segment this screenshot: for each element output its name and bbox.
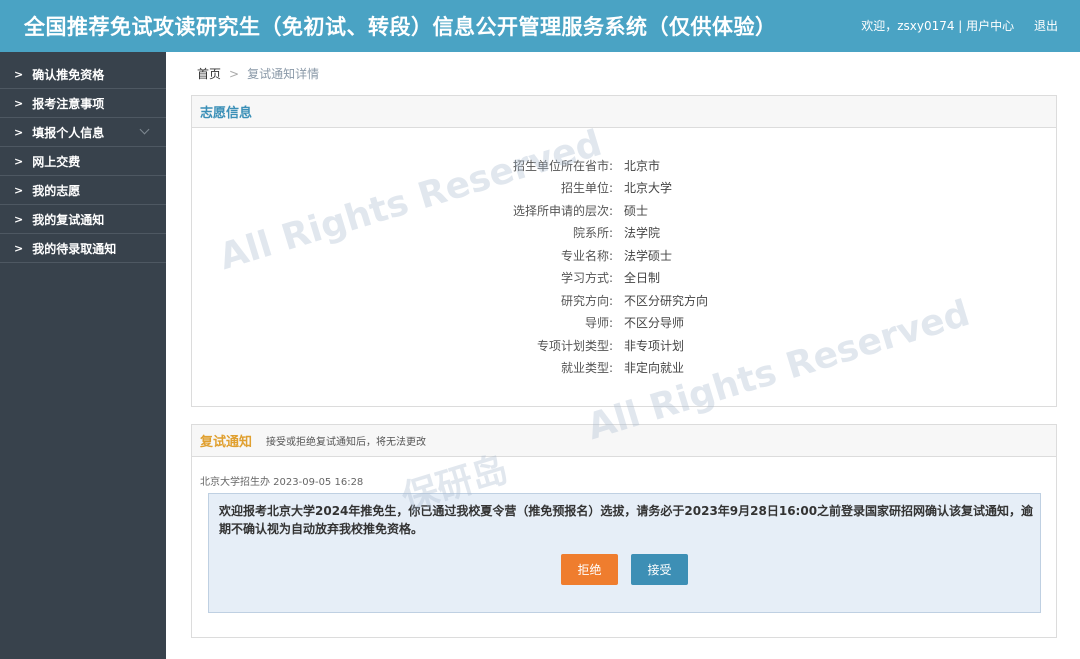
info-label: 专项计划类型: <box>536 338 613 353</box>
breadcrumb-current: 复试通知详情 <box>247 67 320 81</box>
notice-box: 欢迎报考北京大学2024年推免生，你已通过我校夏令营（推免预报名）选拔，请务必于… <box>208 493 1041 613</box>
arrow-icon: > <box>14 154 24 168</box>
sidebar-item-label: 我的复试通知 <box>32 212 105 227</box>
info-row: 学习方式: 全日制 <box>192 267 1056 290</box>
info-label: 就业类型: <box>560 361 613 376</box>
interview-panel-header: 复试通知 接受或拒绝复试通知后，将无法更改 <box>192 425 1056 457</box>
arrow-icon: > <box>14 183 24 197</box>
sidebar-item-label: 我的志愿 <box>32 183 81 198</box>
interview-panel: 复试通知 接受或拒绝复试通知后，将无法更改 北京大学招生办 2023-09-05… <box>191 424 1057 638</box>
sidebar-item-label: 确认推免资格 <box>32 67 105 82</box>
notice-source: 北京大学招生办 2023-09-05 16:28 <box>200 477 364 488</box>
sidebar-item-interview-notice[interactable]: > 我的复试通知 <box>0 205 166 234</box>
info-row: 就业类型: 非定向就业 <box>192 357 1056 380</box>
info-value: 硕士 <box>624 203 649 218</box>
volunteer-panel-header: 志愿信息 <box>192 96 1056 128</box>
info-row: 研究方向: 不区分研究方向 <box>192 289 1056 312</box>
info-row: 招生单位: 北京大学 <box>192 177 1056 200</box>
info-row: 专业名称: 法学硕士 <box>192 244 1056 267</box>
info-value: 非定向就业 <box>624 361 685 376</box>
user-center-link[interactable]: 欢迎，zsxy0174 | 用户中心 <box>861 19 1014 33</box>
info-value: 不区分研究方向 <box>624 293 709 308</box>
breadcrumb-separator: > <box>229 67 240 81</box>
info-label: 学习方式: <box>560 271 613 286</box>
reject-button[interactable]: 拒绝 <box>561 554 618 585</box>
logout-link[interactable]: 退出 <box>1034 19 1058 33</box>
sidebar-item-label: 填报个人信息 <box>32 125 105 140</box>
sidebar: > 确认推免资格 > 报考注意事项 > 填报个人信息 > 网上交费 > 我的志愿… <box>0 52 166 659</box>
info-label: 选择所申请的层次: <box>512 203 613 218</box>
info-value: 北京市 <box>624 158 661 173</box>
info-row: 招生单位所在省市: 北京市 <box>192 154 1056 177</box>
sidebar-item-personal-info[interactable]: > 填报个人信息 <box>0 118 166 147</box>
app-title: 全国推荐免试攻读研究生（免初试、转段）信息公开管理服务系统（仅供体验） <box>24 15 777 39</box>
volunteer-panel-title: 志愿信息 <box>200 106 253 121</box>
info-value: 非专项计划 <box>624 338 685 353</box>
breadcrumb-home[interactable]: 首页 <box>197 67 221 81</box>
info-label: 招生单位: <box>560 181 613 196</box>
volunteer-info-list: 招生单位所在省市: 北京市 招生单位: 北京大学 选择所申请的层次: 硕士 院系所: 法… <box>192 154 1056 379</box>
sidebar-item-admission-notice[interactable]: > 我的待录取通知 <box>0 234 166 263</box>
info-value: 北京大学 <box>624 181 673 196</box>
sidebar-item-my-volunteer[interactable]: > 我的志愿 <box>0 176 166 205</box>
breadcrumb: 首页 > 复试通知详情 <box>197 65 319 82</box>
info-row: 选择所申请的层次: 硕士 <box>192 199 1056 222</box>
info-label: 导师: <box>584 316 613 331</box>
sidebar-item-payment[interactable]: > 网上交费 <box>0 147 166 176</box>
arrow-icon: > <box>14 96 24 110</box>
top-header: 全国推荐免试攻读研究生（免初试、转段）信息公开管理服务系统（仅供体验） 欢迎，z… <box>0 0 1080 52</box>
info-label: 研究方向: <box>560 293 613 308</box>
sidebar-item-label: 我的待录取通知 <box>32 241 117 256</box>
volunteer-panel: 志愿信息 招生单位所在省市: 北京市 招生单位: 北京大学 选择所申请的层次: 硕士 … <box>191 95 1057 407</box>
arrow-icon: > <box>14 67 24 81</box>
info-label: 院系所: <box>572 226 613 241</box>
info-row: 院系所: 法学院 <box>192 222 1056 245</box>
arrow-icon: > <box>14 125 24 139</box>
info-row: 专项计划类型: 非专项计划 <box>192 334 1056 357</box>
info-row: 导师: 不区分导师 <box>192 312 1056 335</box>
interview-panel-note: 接受或拒绝复试通知后，将无法更改 <box>266 437 427 448</box>
sidebar-item-confirm-qualification[interactable]: > 确认推免资格 <box>0 60 166 89</box>
info-label: 招生单位所在省市: <box>512 158 613 173</box>
sidebar-item-label: 报考注意事项 <box>32 96 105 111</box>
sidebar-item-notes[interactable]: > 报考注意事项 <box>0 89 166 118</box>
info-label: 专业名称: <box>560 248 613 263</box>
info-value: 不区分导师 <box>624 316 685 331</box>
interview-panel-title: 复试通知 <box>200 435 253 450</box>
accept-button[interactable]: 接受 <box>631 554 688 585</box>
info-value: 法学硕士 <box>624 248 673 263</box>
arrow-icon: > <box>14 241 24 255</box>
arrow-icon: > <box>14 212 24 226</box>
sidebar-item-label: 网上交费 <box>32 154 81 169</box>
info-value: 全日制 <box>624 271 661 286</box>
user-area: 欢迎，zsxy0174 | 用户中心 退出 <box>861 17 1058 34</box>
notice-message: 欢迎报考北京大学2024年推免生，你已通过我校夏令营（推免预报名）选拔，请务必于… <box>219 504 1034 536</box>
chevron-down-icon <box>139 124 150 135</box>
info-value: 法学院 <box>624 226 661 241</box>
